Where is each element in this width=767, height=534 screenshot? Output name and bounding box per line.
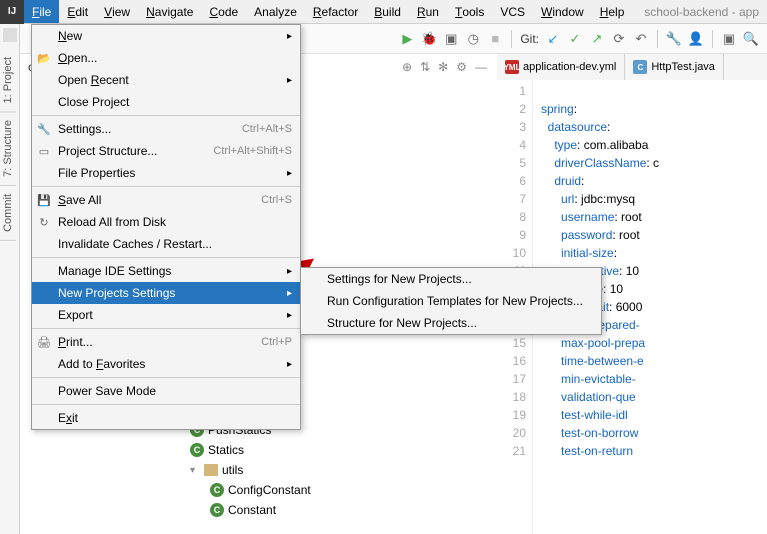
class-icon: C xyxy=(210,483,224,497)
leftbar-structure[interactable]: 7: Structure xyxy=(0,112,16,186)
tree-node[interactable]: CConfigConstant xyxy=(20,480,487,500)
file-menu-item[interactable]: 📂Open... xyxy=(32,47,300,69)
menu-code[interactable]: Code xyxy=(201,0,246,23)
submenu-arrow-icon: ▸ xyxy=(287,288,292,299)
submenu-item[interactable]: Run Configuration Templates for New Proj… xyxy=(301,290,601,312)
left-toolbar: 1: Project7: Structure Commit xyxy=(0,24,20,534)
submenu-arrow-icon: ▸ xyxy=(287,75,292,86)
file-menu-item[interactable]: Open Recent▸ xyxy=(32,69,300,91)
file-menu-item[interactable]: ▭Project Structure...Ctrl+Alt+Shift+S xyxy=(32,140,300,162)
layout-icon[interactable]: ▣ xyxy=(721,31,737,47)
file-menu-item[interactable]: Close Project xyxy=(32,91,300,113)
submenu-arrow-icon: ▸ xyxy=(287,31,292,42)
leftbar-project[interactable]: 1: Project xyxy=(0,49,16,112)
project-icon[interactable] xyxy=(3,28,17,42)
editor-tab[interactable]: CHttpTest.java xyxy=(625,54,724,80)
menu-item-icon: 🔧 xyxy=(37,122,51,136)
debug-icon[interactable]: 🐞 xyxy=(421,31,437,47)
file-menu-item[interactable]: Power Save Mode xyxy=(32,380,300,402)
file-menu-item[interactable]: Manage IDE Settings▸ xyxy=(32,260,300,282)
new-projects-settings-submenu[interactable]: Settings for New Projects...Run Configur… xyxy=(300,267,602,335)
tree-node[interactable]: ▾utils xyxy=(20,460,487,480)
class-icon: C xyxy=(210,503,224,517)
git-label: Git: xyxy=(520,32,539,46)
class-icon: C xyxy=(190,443,204,457)
git-history-icon[interactable]: ⟳ xyxy=(611,31,627,47)
file-menu-dropdown[interactable]: New▸📂Open...Open Recent▸Close Project 🔧Se… xyxy=(31,24,301,430)
submenu-item[interactable]: Settings for New Projects... xyxy=(301,268,601,290)
file-menu-item[interactable]: File Properties▸ xyxy=(32,162,300,184)
stop-icon[interactable]: ■ xyxy=(487,31,503,47)
run-icon[interactable]: ▶ xyxy=(399,31,415,47)
submenu-arrow-icon: ▸ xyxy=(287,266,292,277)
file-menu-item[interactable]: Add to Favorites▸ xyxy=(32,353,300,375)
wrench-icon[interactable]: 🔧 xyxy=(666,31,682,47)
menu-build[interactable]: Build xyxy=(366,0,409,23)
window-title: school-backend - app xyxy=(644,5,767,19)
file-menu-item[interactable]: Exit xyxy=(32,407,300,429)
menu-tools[interactable]: Tools xyxy=(447,0,492,23)
submenu-arrow-icon: ▸ xyxy=(287,168,292,179)
search-icon[interactable]: 🔍 xyxy=(743,31,759,47)
editor-tab[interactable]: YMLapplication-dev.yml xyxy=(497,54,625,80)
ij-logo: IJ xyxy=(0,0,24,24)
menu-vcs[interactable]: VCS xyxy=(492,0,533,23)
menubar: IJ FileEditViewNavigateCodeAnalyzeRefact… xyxy=(0,0,767,24)
menu-window[interactable]: Window xyxy=(533,0,592,23)
file-menu-item[interactable]: Export▸ xyxy=(32,304,300,326)
menu-run[interactable]: Run xyxy=(409,0,447,23)
chevron-down-icon[interactable]: ▾ xyxy=(190,465,200,476)
file-menu-item[interactable]: Invalidate Caches / Restart... xyxy=(32,233,300,255)
file-menu-item[interactable]: 💾Save AllCtrl+S xyxy=(32,189,300,211)
profile-icon[interactable]: ◷ xyxy=(465,31,481,47)
file-menu-item[interactable]: ↻Reload All from Disk xyxy=(32,211,300,233)
menu-item-icon: ↻ xyxy=(37,215,51,229)
git-commit-icon[interactable]: ✓ xyxy=(567,31,583,47)
menu-item-icon: 📂 xyxy=(37,51,51,65)
menu-item-icon: 🖨 xyxy=(37,335,51,349)
leftbar-commit[interactable]: Commit xyxy=(0,186,16,241)
file-type-icon: YML xyxy=(505,60,519,74)
file-menu-item[interactable]: New Projects Settings▸ xyxy=(32,282,300,304)
coverage-icon[interactable]: ▣ xyxy=(443,31,459,47)
menu-help[interactable]: Help xyxy=(592,0,633,23)
submenu-arrow-icon: ▸ xyxy=(287,310,292,321)
tree-node[interactable]: CStatics xyxy=(20,440,487,460)
menu-analyze[interactable]: Analyze xyxy=(246,0,305,23)
menu-file[interactable]: File xyxy=(24,0,59,23)
git-revert-icon[interactable]: ↶ xyxy=(633,31,649,47)
editor-tabs: YMLapplication-dev.ymlCHttpTest.java xyxy=(497,54,767,80)
menu-navigate[interactable]: Navigate xyxy=(138,0,201,23)
menu-refactor[interactable]: Refactor xyxy=(305,0,366,23)
file-type-icon: C xyxy=(633,60,647,74)
file-menu-item[interactable]: 🔧Settings...Ctrl+Alt+S xyxy=(32,118,300,140)
tree-node[interactable]: CConstant xyxy=(20,500,487,520)
git-push-icon[interactable]: ↗ xyxy=(589,31,605,47)
folder-icon xyxy=(204,464,218,476)
menu-edit[interactable]: Edit xyxy=(59,0,96,23)
menu-item-icon: 💾 xyxy=(37,193,51,207)
avatar-icon[interactable]: 👤 xyxy=(688,31,704,47)
submenu-item[interactable]: Structure for New Projects... xyxy=(301,312,601,334)
menu-item-icon: ▭ xyxy=(37,144,51,158)
file-menu-item[interactable]: New▸ xyxy=(32,25,300,47)
file-menu-item[interactable]: 🖨Print...Ctrl+P xyxy=(32,331,300,353)
menu-view[interactable]: View xyxy=(96,0,138,23)
git-update-icon[interactable]: ↙ xyxy=(545,31,561,47)
submenu-arrow-icon: ▸ xyxy=(287,359,292,370)
